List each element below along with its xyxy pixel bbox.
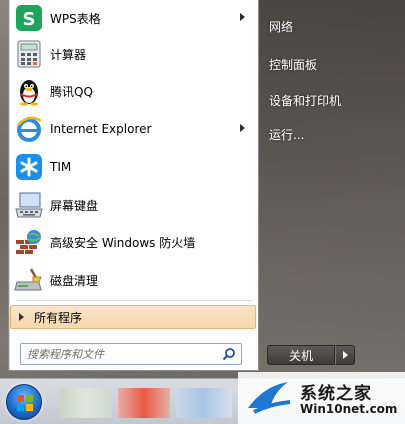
- tim-icon: [14, 152, 44, 182]
- search-input[interactable]: [27, 345, 217, 363]
- program-item-firewall[interactable]: 高级安全 Windows 防火墙: [10, 224, 257, 260]
- shutdown-options-button[interactable]: [335, 345, 355, 365]
- shutdown-label: 关机: [288, 348, 313, 363]
- all-programs-button[interactable]: 所有程序: [10, 305, 256, 329]
- link-devices-printers[interactable]: 设备和打印机: [269, 92, 341, 109]
- internet-explorer-icon: [14, 114, 44, 144]
- program-item-wps[interactable]: S WPS表格: [10, 0, 257, 36]
- link-run[interactable]: 运行...: [269, 126, 304, 143]
- program-label: 高级安全 Windows 防火墙: [50, 235, 196, 250]
- firewall-icon: [14, 227, 44, 257]
- link-network[interactable]: 网络: [269, 18, 293, 35]
- shutdown-button[interactable]: 关机: [267, 345, 335, 365]
- taskbar-app-button[interactable]: [118, 388, 170, 418]
- watermark-url: Win10net.com: [300, 402, 398, 416]
- svg-text:S: S: [23, 9, 36, 30]
- program-item-tim[interactable]: TIM: [10, 149, 257, 185]
- start-menu: S WPS表格 计算器 腾讯QQ Internet Explorer TIM 屏…: [0, 0, 405, 378]
- program-label: 磁盘清理: [50, 273, 99, 288]
- program-label: 计算器: [50, 47, 87, 62]
- taskbar-app-button[interactable]: [60, 388, 112, 418]
- separator: [16, 300, 252, 301]
- link-control-panel[interactable]: 控制面板: [269, 56, 317, 73]
- search-icon[interactable]: [222, 347, 236, 364]
- search-box[interactable]: [20, 343, 242, 365]
- program-item-osk[interactable]: 屏幕键盘: [10, 187, 257, 223]
- program-label: 屏幕键盘: [50, 198, 99, 213]
- watermark-title: 系统之家: [300, 384, 372, 404]
- on-screen-keyboard-icon: [14, 190, 44, 220]
- wps-spreadsheet-icon: S: [14, 3, 44, 33]
- start-button[interactable]: [6, 384, 42, 420]
- program-item-qq[interactable]: 腾讯QQ: [10, 73, 257, 109]
- qq-penguin-icon: [14, 76, 44, 106]
- program-label: 腾讯QQ: [50, 84, 93, 99]
- taskbar-app-button[interactable]: [176, 388, 232, 418]
- submenu-arrow-icon: [240, 124, 245, 132]
- watermark-logo-icon: [244, 378, 294, 421]
- program-label: Internet Explorer: [50, 122, 152, 136]
- all-programs-label: 所有程序: [34, 310, 83, 325]
- submenu-arrow-icon: [240, 13, 245, 21]
- chevron-right-icon: [342, 351, 348, 359]
- calculator-icon: [14, 39, 44, 69]
- program-label: WPS表格: [50, 11, 101, 26]
- program-label: TIM: [50, 160, 72, 174]
- program-item-disk-cleanup[interactable]: 磁盘清理: [10, 262, 257, 298]
- disk-cleanup-icon: [14, 265, 44, 295]
- program-item-calculator[interactable]: 计算器: [10, 36, 257, 72]
- windows-logo-icon: [17, 395, 33, 411]
- program-item-ie[interactable]: Internet Explorer: [10, 111, 257, 147]
- expand-arrow-icon: [19, 313, 24, 321]
